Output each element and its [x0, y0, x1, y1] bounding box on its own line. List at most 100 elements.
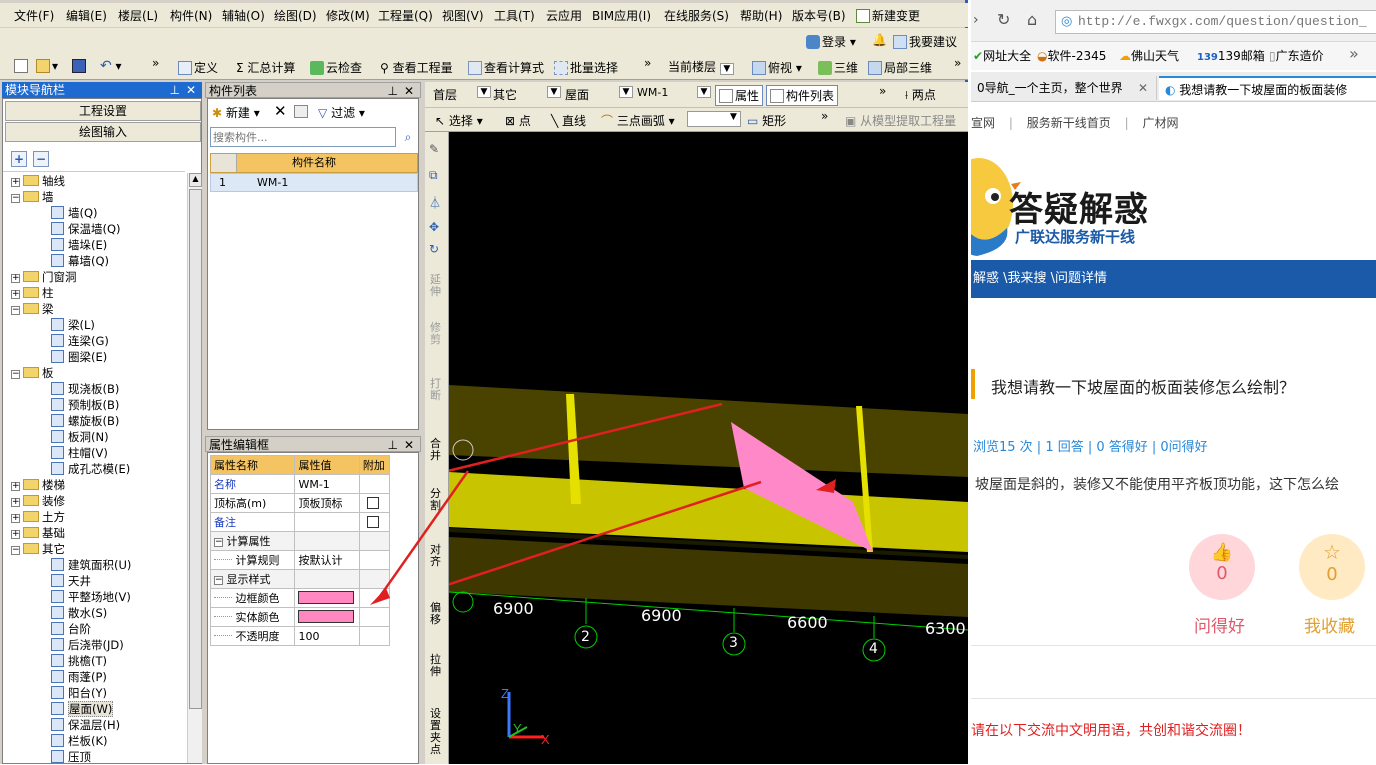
brush-icon[interactable]: ✎: [429, 142, 445, 156]
component-search-input[interactable]: [210, 127, 396, 147]
collapse-icon[interactable]: −: [11, 306, 20, 315]
pin-icon[interactable]: ⊥: [170, 82, 180, 98]
mirror-icon[interactable]: ⏃: [429, 194, 445, 210]
menu-draw[interactable]: 绘图(D): [274, 7, 317, 24]
color-swatch[interactable]: [298, 610, 355, 623]
arc-mode-select[interactable]: ▼: [687, 111, 741, 127]
project-settings-button[interactable]: 工程设置: [5, 101, 201, 121]
view-quantity-button[interactable]: ⚲ 查看工程量: [380, 59, 453, 76]
expand-icon[interactable]: +: [11, 498, 20, 507]
extra-checkbox[interactable]: [366, 515, 379, 528]
category-select[interactable]: 屋面 ▼: [565, 86, 633, 103]
tree-leaf[interactable]: 现浇板(B): [51, 381, 119, 397]
tree-folder[interactable]: − 梁: [11, 301, 54, 317]
url-input[interactable]: ◎ http://e.fwxgx.com/question/question_: [1055, 10, 1376, 34]
tree-leaf[interactable]: 压顶: [51, 749, 91, 765]
close-icon[interactable]: ✕: [404, 83, 414, 99]
tree-folder[interactable]: − 板: [11, 365, 54, 381]
tree-folder[interactable]: + 装修: [11, 493, 65, 509]
tree-leaf[interactable]: 连梁(G): [51, 333, 109, 349]
property-value-cell[interactable]: WM-1: [294, 474, 360, 494]
like-button[interactable]: 👍 0: [1189, 534, 1255, 600]
cloud-check-button[interactable]: 云检查: [310, 59, 362, 76]
menu-floor[interactable]: 楼层(L): [118, 7, 158, 24]
menu-bim[interactable]: BIM应用(I): [592, 7, 651, 24]
pin-icon[interactable]: ⊥: [388, 83, 398, 99]
property-row[interactable]: 计算规则 按默认计: [209, 550, 391, 570]
tree-folder[interactable]: + 基础: [11, 525, 65, 541]
tab-question[interactable]: ◐ 我想请教一下坡屋面的板面装修: [1159, 76, 1376, 100]
collapse-icon[interactable]: −: [214, 538, 223, 547]
tree-leaf[interactable]: 保温层(H): [51, 717, 120, 733]
tab-navigation[interactable]: 0导航_一个主页，整个世界 ✕: [971, 76, 1157, 100]
menu-aux-axis[interactable]: 辅轴(O): [222, 7, 265, 24]
home-icon[interactable]: ⌂: [1027, 10, 1037, 29]
tree-leaf[interactable]: 雨蓬(P): [51, 669, 107, 685]
collapse-all-icon[interactable]: −: [33, 151, 49, 167]
bookmark-item[interactable]: ◒软件-2345: [1037, 47, 1106, 64]
property-row[interactable]: 备注: [209, 512, 391, 532]
collapse-icon[interactable]: −: [11, 194, 20, 203]
breadcrumb-text[interactable]: 解惑 \我来搜 \问题详情: [973, 271, 1107, 286]
property-value-cell[interactable]: 按默认计: [294, 550, 360, 570]
point-button[interactable]: ⊠ 点: [505, 112, 531, 129]
property-value-cell[interactable]: [294, 607, 360, 627]
component-list-toggle[interactable]: 构件列表: [766, 85, 839, 106]
menu-help[interactable]: 帮助(H): [740, 7, 782, 24]
extract-qty-button[interactable]: ▣ 从模型提取工程量: [845, 112, 956, 129]
tree-leaf[interactable]: 圈梁(E): [51, 349, 107, 365]
tree-folder[interactable]: + 门窗洞: [11, 269, 77, 285]
property-value-cell[interactable]: [294, 531, 360, 551]
bookmarks-overflow-icon[interactable]: »: [1349, 44, 1359, 63]
tree-folder[interactable]: − 其它: [11, 541, 65, 557]
collapse-icon[interactable]: −: [11, 546, 20, 555]
tree-leaf[interactable]: 屋面(W): [51, 701, 114, 717]
undo-icon[interactable]: ↶ ▾: [100, 58, 122, 74]
drawing-input-button[interactable]: 绘图输入: [5, 122, 201, 142]
property-value-cell[interactable]: 100: [294, 626, 360, 646]
define-button[interactable]: 定义: [178, 59, 218, 76]
filter-button[interactable]: ▽ 过滤 ▾: [318, 103, 365, 123]
copy-move-icon[interactable]: ⧉: [429, 168, 445, 182]
tree-leaf[interactable]: 幕墙(Q): [51, 253, 109, 269]
tree-leaf[interactable]: 挑檐(T): [51, 653, 107, 669]
tree-leaf[interactable]: 平整场地(V): [51, 589, 131, 605]
tree-folder[interactable]: + 轴线: [11, 173, 65, 189]
menu-modify[interactable]: 修改(M): [326, 7, 370, 24]
tree-folder[interactable]: + 楼梯: [11, 477, 65, 493]
toolbar-overflow-icon-4[interactable]: »: [879, 84, 886, 98]
new-component-button[interactable]: ✱ 新建 ▾: [212, 103, 260, 123]
expand-icon[interactable]: +: [11, 290, 20, 299]
menu-edit[interactable]: 编辑(E): [66, 7, 107, 24]
extra-checkbox[interactable]: [366, 496, 379, 509]
suggest-button[interactable]: 我要建议: [893, 33, 957, 50]
bookmark-item[interactable]: ▯广东造价: [1269, 47, 1324, 64]
tree-folder[interactable]: − 墙: [11, 189, 54, 205]
menu-cloud[interactable]: 云应用: [546, 7, 582, 24]
menu-quantity[interactable]: 工程量(Q): [378, 7, 433, 24]
property-row[interactable]: 边框颜色: [209, 588, 391, 608]
bookmark-item[interactable]: 139139邮箱: [1197, 47, 1265, 64]
move-icon[interactable]: ✥: [429, 220, 445, 234]
local-3d-button[interactable]: 局部三维: [868, 59, 932, 76]
arc-button[interactable]: ⌒ 三点画弧 ▾: [601, 112, 675, 129]
collapse-icon[interactable]: −: [11, 370, 20, 379]
close-icon[interactable]: ✕: [404, 437, 414, 453]
tree-leaf[interactable]: 成孔芯模(E): [51, 461, 130, 477]
property-value-cell[interactable]: [294, 588, 360, 608]
rect-button[interactable]: ▭ 矩形: [747, 112, 786, 129]
bookmark-item[interactable]: ☁佛山天气: [1119, 47, 1179, 64]
select-button[interactable]: ↖ 选择 ▾: [435, 112, 483, 129]
expand-all-icon[interactable]: +: [11, 151, 27, 167]
bookmark-item[interactable]: ✔网址大全: [973, 47, 1031, 64]
new-change-button[interactable]: 新建变更: [856, 7, 920, 24]
side-tool-button[interactable]: 设置夹点: [430, 708, 444, 756]
tree-leaf[interactable]: 梁(L): [51, 317, 95, 333]
nav-link[interactable]: 广材网: [1142, 116, 1178, 130]
rotate-icon[interactable]: ↻: [429, 242, 445, 256]
floor-select[interactable]: 首层 ▼: [433, 86, 491, 103]
property-row[interactable]: 不透明度 100: [209, 626, 391, 646]
tree-leaf[interactable]: 栏板(K): [51, 733, 108, 749]
property-extra-cell[interactable]: [358, 493, 391, 513]
close-tab-icon[interactable]: ✕: [1138, 76, 1148, 100]
